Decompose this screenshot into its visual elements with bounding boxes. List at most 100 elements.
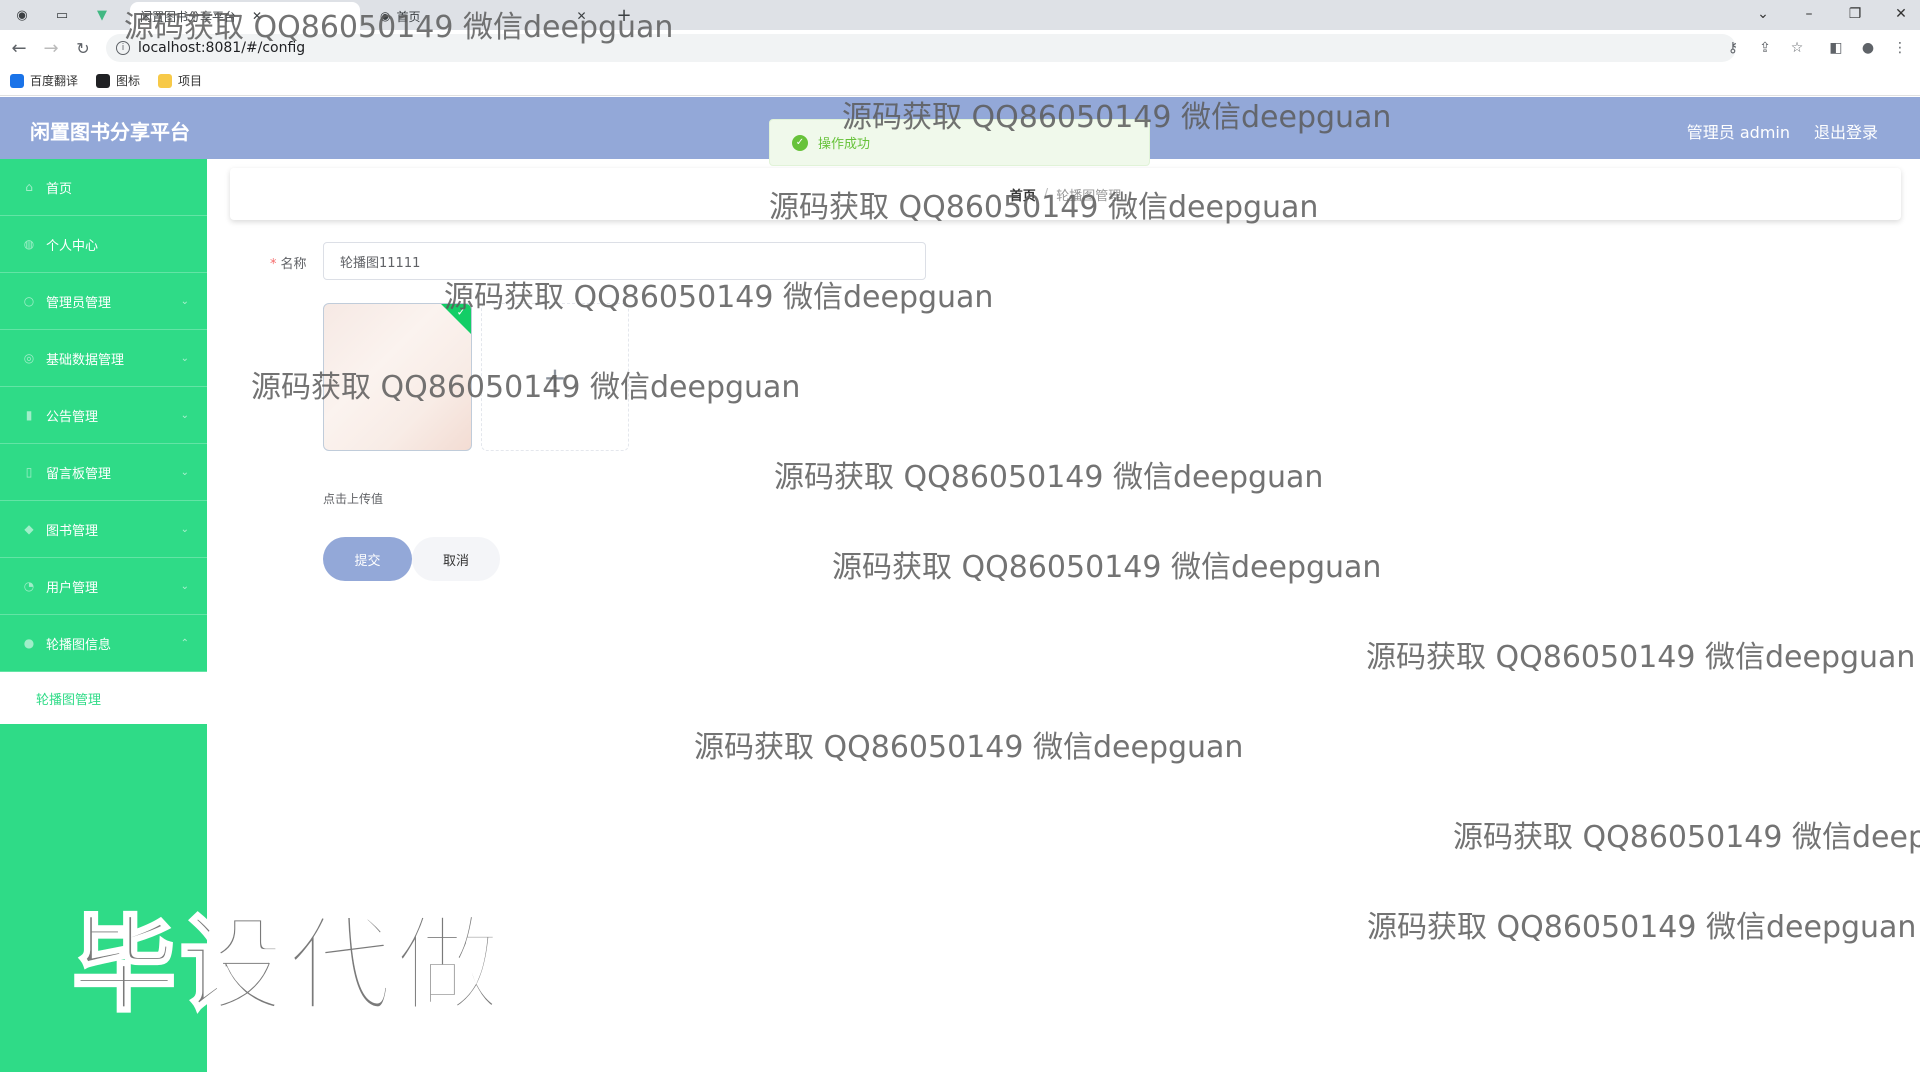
folder-icon — [158, 73, 173, 88]
watermark: 源码获取 QQ86050149 微信deepguan — [1367, 910, 1917, 945]
close-icon[interactable]: ✕ — [577, 9, 587, 23]
image-icon — [96, 73, 111, 88]
new-tab-icon[interactable]: + — [612, 4, 636, 26]
reload-icon[interactable]: ↻ — [72, 37, 94, 59]
image-upload-box[interactable]: + — [481, 303, 629, 451]
sidebar-item-label: 公告管理 — [46, 409, 99, 425]
translate-icon — [10, 73, 24, 88]
bookmark-baidu-translate[interactable]: 百度翻译 — [10, 72, 78, 89]
cancel-button[interactable]: 取消 — [412, 537, 500, 581]
sidebar-item-profile[interactable]: ◍ 个人中心 — [0, 216, 207, 273]
sidebar-item-label: 管理员管理 — [46, 295, 112, 311]
close-icon[interactable]: ✕ — [252, 9, 262, 23]
chevron-down-icon: ⌄ — [180, 352, 189, 364]
chevron-down-icon: ⌄ — [180, 580, 189, 592]
url-text: localhost:8081/#/config — [138, 40, 306, 56]
sidebar-item-users[interactable]: ◔ 用户管理 ⌄ — [0, 558, 207, 615]
back-arrow-icon[interactable]: ← — [8, 37, 30, 59]
sidebar-item-messages[interactable]: ▯ 留言板管理 ⌄ — [0, 444, 207, 501]
watermark: 源码获取 QQ86050149 微信deepguan — [774, 460, 1324, 495]
app-title: 闲置图书分享平台 — [30, 120, 190, 144]
watermark: 源码获取 QQ86050149 微信deepguan — [694, 730, 1244, 765]
required-mark: * — [270, 257, 277, 272]
chevron-down-icon: ⌄ — [180, 295, 189, 307]
sidebar-item-carousel[interactable]: ● 轮播图信息 ⌃ — [0, 615, 207, 672]
sidebar-item-label: 图书管理 — [46, 523, 99, 539]
image-icon: ● — [23, 636, 35, 650]
bookmark-project[interactable]: 项目 — [158, 72, 202, 89]
success-toast: ✓ 操作成功 — [769, 119, 1150, 166]
sidebar-subitem-label: 轮播图管理 — [36, 692, 102, 708]
watermark: 源码获取 QQ86050149 微信deepguan — [832, 550, 1382, 585]
info-icon[interactable]: i — [116, 41, 130, 55]
sidebar-item-label: 轮播图信息 — [46, 637, 112, 653]
watermark: 源码获取 QQ86050149 微信deepguan — [1366, 640, 1916, 675]
breadcrumb-current: 轮播图管理 — [1056, 188, 1122, 204]
key-icon[interactable]: ⚷ — [1723, 38, 1743, 58]
tab-inactive[interactable]: ◉ 首页 ✕ — [370, 2, 600, 30]
sidebar-subitem-carousel-manage[interactable]: 轮播图管理 — [0, 672, 207, 724]
side-panel-icon[interactable]: ◧ — [1826, 38, 1846, 58]
sidebar-item-label: 基础数据管理 — [46, 352, 125, 368]
book-icon: ◆ — [24, 522, 34, 536]
database-icon: ◎ — [23, 351, 35, 365]
browser-toolbar: ← → ↻ i localhost:8081/#/config ⚷ ⇪ ☆ ◧ … — [0, 30, 1920, 66]
plus-icon: + — [543, 360, 567, 394]
forward-arrow-icon[interactable]: → — [40, 37, 62, 59]
sidebar-item-notice[interactable]: ▮ 公告管理 ⌄ — [0, 387, 207, 444]
chevron-up-icon: ⌃ — [180, 637, 189, 649]
profile-icon[interactable]: ● — [1858, 38, 1878, 58]
toast-message: 操作成功 — [818, 137, 871, 152]
browser-menu-icon[interactable]: ◉ — [10, 4, 34, 26]
upload-tip: 点击上传值 — [323, 492, 384, 506]
restore-icon[interactable]: ❐ — [1832, 0, 1878, 28]
bookmark-label: 百度翻译 — [30, 74, 79, 88]
breadcrumb-separator: / — [1043, 186, 1049, 202]
chevron-down-icon[interactable]: ⌄ — [1740, 0, 1786, 28]
tab-active[interactable]: 闲置图书分享平台 ✕ — [130, 2, 360, 30]
sidebar-item-books[interactable]: ◆ 图书管理 ⌄ — [0, 501, 207, 558]
home-icon: ⌂ — [25, 180, 33, 194]
check-icon: ✓ — [456, 305, 467, 319]
check-circle-icon: ✓ — [792, 134, 808, 151]
url-bar[interactable]: i localhost:8081/#/config — [106, 34, 1736, 62]
name-label: * 名称 — [270, 253, 307, 272]
current-user: 管理员 admin — [1686, 123, 1790, 142]
vue-favicon-icon: ▼ — [97, 7, 107, 23]
bookmarks-bar: 百度翻译 图标 项目 — [0, 66, 1920, 96]
sidebar-item-base-data[interactable]: ◎ 基础数据管理 ⌄ — [0, 330, 207, 387]
globe-icon: ◉ — [380, 9, 391, 23]
logout-link[interactable]: 退出登录 — [1814, 119, 1878, 143]
tab-active-title: 闲置图书分享平台 — [140, 9, 237, 24]
sidebar-item-label: 留言板管理 — [46, 466, 112, 482]
window-close-icon[interactable]: ✕ — [1878, 0, 1920, 28]
message-icon: ▯ — [25, 465, 33, 479]
name-input[interactable] — [323, 242, 926, 280]
chevron-down-icon: ⌄ — [180, 523, 189, 535]
sidebar-item-home[interactable]: ⌂ 首页 — [0, 159, 207, 216]
name-label-text: 名称 — [280, 257, 307, 272]
share-icon[interactable]: ⇪ — [1755, 38, 1775, 58]
admin-icon: ○ — [23, 294, 35, 308]
minimize-icon[interactable]: – — [1786, 0, 1832, 28]
tab-search-icon[interactable]: ▭ — [50, 4, 74, 26]
breadcrumb-home[interactable]: 首页 — [1010, 185, 1036, 204]
chevron-down-icon: ⌄ — [180, 409, 189, 421]
bookmark-icons[interactable]: 图标 — [96, 72, 140, 89]
sidebar-item-label: 首页 — [46, 181, 73, 197]
tab-inactive-title: 首页 — [396, 9, 421, 24]
chart-icon: ▮ — [25, 408, 33, 422]
users-icon: ◔ — [23, 579, 35, 593]
breadcrumb: 首页 / 轮播图管理 — [230, 168, 1901, 220]
watermark: 源码获取 QQ86050149 微信deepg — [1453, 820, 1920, 855]
bookmark-label: 项目 — [178, 74, 203, 88]
uploaded-image-thumbnail[interactable]: ✓ — [323, 303, 472, 451]
sidebar-item-admin[interactable]: ○ 管理员管理 ⌄ — [0, 273, 207, 330]
browser-tab-bar: ◉ ▭ ▼ 闲置图书分享平台 ✕ ◉ 首页 ✕ + ⌄ – ❐ ✕ — [0, 0, 1920, 30]
star-icon[interactable]: ☆ — [1787, 38, 1807, 58]
more-icon[interactable]: ⋮ — [1890, 38, 1910, 58]
chevron-down-icon: ⌄ — [180, 466, 189, 478]
sidebar-item-label: 用户管理 — [46, 580, 99, 596]
submit-button[interactable]: 提交 — [323, 537, 412, 581]
sidebar: ⌂ 首页 ◍ 个人中心 ○ 管理员管理 ⌄ ◎ 基础数据管理 ⌄ ▮ 公告管理 … — [0, 159, 207, 1072]
